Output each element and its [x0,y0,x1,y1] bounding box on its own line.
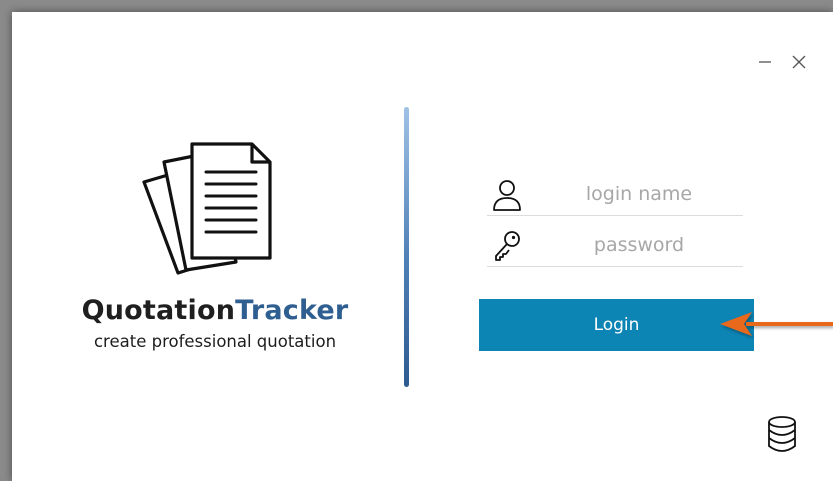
minimize-icon [759,61,771,63]
vertical-divider [404,107,409,387]
database-icon[interactable] [765,415,799,453]
close-button[interactable] [789,52,809,72]
login-name-field [487,175,743,216]
key-icon [495,231,520,261]
brand-part-tracker: Tracker [235,295,349,326]
user-icon [493,180,521,211]
minimize-button[interactable] [755,52,775,72]
login-name-input[interactable] [539,179,739,209]
password-input[interactable] [539,230,739,260]
documents-logo-icon [142,142,272,275]
arrow-left-icon [720,312,833,336]
app-brand-title: QuotationTracker [80,295,350,326]
login-window: QuotationTracker create professional quo… [12,12,833,481]
window-controls [755,52,809,72]
app-tagline: create professional quotation [93,332,337,351]
close-icon [792,55,806,69]
password-field [487,226,743,267]
brand-part-quotation: Quotation [81,295,236,326]
